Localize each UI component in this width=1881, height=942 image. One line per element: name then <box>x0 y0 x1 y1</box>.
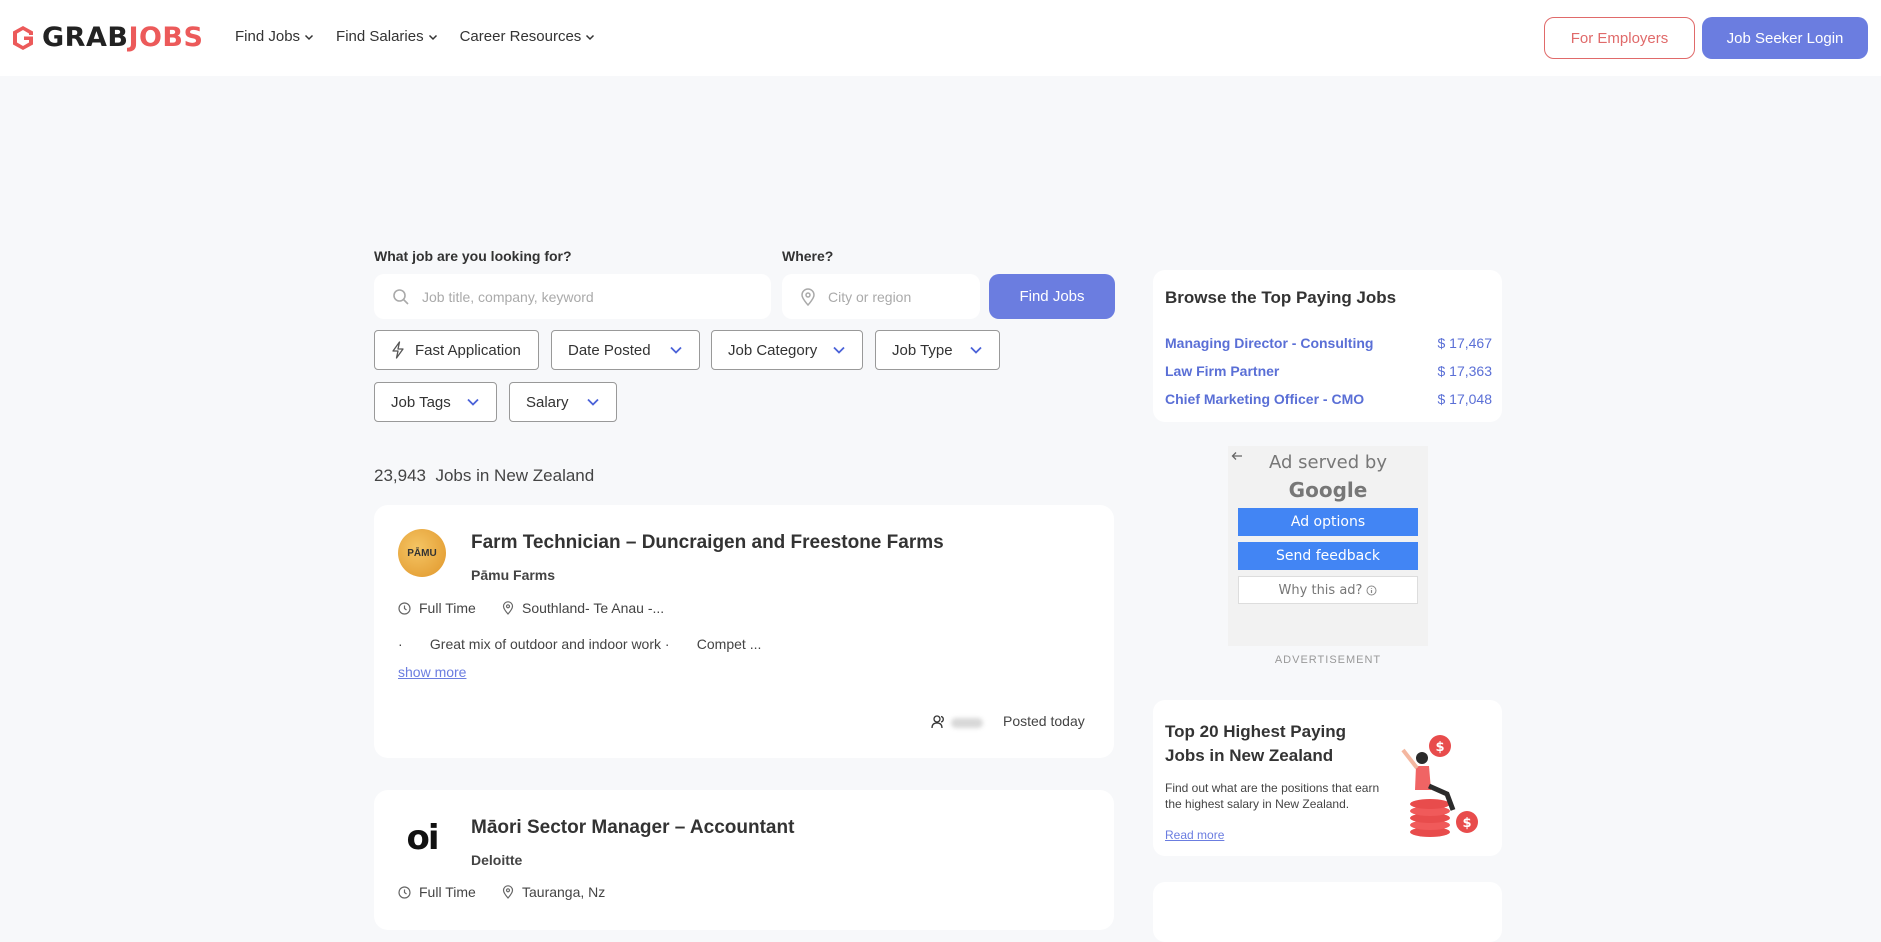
nav-find-jobs-label: Find Jobs <box>235 28 301 45</box>
date-posted-label: Date Posted <box>568 341 651 359</box>
fast-application-label: Fast Application <box>415 341 521 359</box>
top-paying-salary: $ 17,467 <box>1437 335 1493 351</box>
job-type-text: Full Time <box>419 884 476 900</box>
job-category-filter[interactable]: Job Category <box>711 330 863 370</box>
salary-filter[interactable]: Salary <box>509 382 617 422</box>
logo-text-grab: GRAB <box>42 22 129 53</box>
grabjobs-logo[interactable]: GRAB JOBS <box>10 22 203 53</box>
svg-text:$: $ <box>1462 816 1471 831</box>
job-title-link[interactable]: Farm Technician – Duncraigen and Freesto… <box>471 532 944 554</box>
job-location-meta: Tauranga, Nz <box>502 884 605 900</box>
company-logo: PĀMU <box>398 529 446 577</box>
next-sidebar-card <box>1153 882 1502 942</box>
nav-career-resources-label: Career Resources <box>459 28 582 45</box>
lightning-icon <box>392 341 404 359</box>
results-count: 23,943 Jobs in New Zealand <box>374 466 594 486</box>
search-icon <box>393 288 409 305</box>
company-logo-text: PĀMU <box>407 547 437 559</box>
company-name: Pāmu Farms <box>471 567 556 583</box>
job-seeker-login-button[interactable]: Job Seeker Login <box>1702 17 1868 59</box>
advertisement-label: ADVERTISEMENT <box>1274 654 1382 666</box>
find-jobs-button[interactable]: Find Jobs <box>989 274 1115 319</box>
nav-find-jobs[interactable]: Find Jobs <box>235 28 314 45</box>
posted-date: Posted today <box>1003 713 1085 729</box>
job-type-meta: Full Time <box>398 600 476 616</box>
location-pin-icon <box>502 885 514 899</box>
main-nav: Find Jobs Find Salaries Career Resources <box>235 28 595 45</box>
chevron-down-icon <box>833 346 845 354</box>
job-location-meta: Southland- Te Anau -... <box>502 600 664 616</box>
show-more-link[interactable]: show more <box>398 664 466 680</box>
job-location-text: Southland- Te Anau -... <box>522 600 665 616</box>
location-pin-icon <box>801 287 815 306</box>
results-count-suffix: Jobs in New Zealand <box>435 466 595 485</box>
top-paying-title: Browse the Top Paying Jobs <box>1165 288 1397 307</box>
job-search-input[interactable] <box>422 288 722 305</box>
job-type-filter[interactable]: Job Type <box>875 330 1000 370</box>
nav-find-salaries[interactable]: Find Salaries <box>336 28 438 45</box>
date-posted-filter[interactable]: Date Posted <box>551 330 700 370</box>
job-title-link[interactable]: Māori Sector Manager – Accountant <box>471 817 794 839</box>
for-employers-button[interactable]: For Employers <box>1544 17 1695 59</box>
read-more-link[interactable]: Read more <box>1165 828 1224 842</box>
clock-icon <box>398 885 411 899</box>
top-paying-salary: $ 17,363 <box>1437 363 1493 379</box>
promo-title: Top 20 Highest Paying Jobs in New Zealan… <box>1165 722 1347 765</box>
top-paying-job-link[interactable]: Law Firm Partner <box>1165 363 1279 379</box>
applicants-icon <box>931 715 944 729</box>
svg-text:$: $ <box>1435 740 1444 755</box>
chevron-down-icon <box>586 34 595 40</box>
chevron-down-icon <box>428 34 437 40</box>
results-count-number: 23,943 <box>374 466 426 485</box>
job-search-field[interactable] <box>374 274 771 319</box>
google-text: Google <box>1288 478 1368 502</box>
salary-label: Salary <box>526 393 569 411</box>
top-paying-item[interactable]: Managing Director - Consulting $ 17,467 <box>1165 335 1492 351</box>
top-paying-salary: $ 17,048 <box>1437 391 1493 407</box>
nav-find-salaries-label: Find Salaries <box>336 28 424 45</box>
job-type-label: Job Type <box>892 341 953 359</box>
location-search-field[interactable] <box>782 274 980 319</box>
location-search-input[interactable] <box>828 288 968 305</box>
job-category-label: Job Category <box>728 341 818 359</box>
send-feedback-button[interactable]: Send feedback <box>1238 542 1418 570</box>
top-paying-job-link[interactable]: Managing Director - Consulting <box>1165 335 1373 351</box>
job-snippet: · Great mix of outdoor and indoor work ·… <box>398 636 762 652</box>
top-paying-item[interactable]: Chief Marketing Officer - CMO $ 17,048 <box>1165 391 1492 407</box>
job-tags-label: Job Tags <box>391 393 451 411</box>
company-name: Deloitte <box>471 852 523 868</box>
job-type-meta: Full Time <box>398 884 476 900</box>
fast-application-filter[interactable]: Fast Application <box>374 330 539 370</box>
promo-description: Find out what are the positions that ear… <box>1165 781 1380 811</box>
money-illustration-icon: $ $ <box>1401 735 1478 837</box>
top-paying-item[interactable]: Law Firm Partner $ 17,363 <box>1165 363 1492 379</box>
nav-career-resources[interactable]: Career Resources <box>460 28 596 45</box>
chevron-down-icon <box>305 34 314 40</box>
what-job-label: What job are you looking for? <box>374 248 572 264</box>
advertisement-box: Ad served by Google Ad options Send feed… <box>1228 446 1428 646</box>
clock-icon <box>398 601 411 615</box>
why-this-ad-button[interactable]: Why this ad? <box>1238 576 1418 604</box>
job-location-text: Tauranga, Nz <box>522 884 606 900</box>
grabjobs-logo-icon <box>13 25 33 50</box>
company-logo-text: oi <box>406 818 439 858</box>
ad-options-button[interactable]: Ad options <box>1238 508 1418 536</box>
why-this-ad-label: Why this ad? <box>1278 582 1363 598</box>
chevron-down-icon <box>467 398 479 406</box>
job-type-text: Full Time <box>419 600 476 616</box>
top-paying-job-link[interactable]: Chief Marketing Officer - CMO <box>1165 391 1364 407</box>
where-label: Where? <box>782 248 834 264</box>
job-tags-filter[interactable]: Job Tags <box>374 382 497 422</box>
logo-text-jobs: JOBS <box>128 22 204 53</box>
top-navigation-bar: GRAB JOBS Find Jobs Find Salaries Career … <box>0 0 1881 76</box>
chevron-down-icon <box>670 346 682 354</box>
chevron-down-icon <box>587 398 599 406</box>
company-logo: oi <box>398 814 446 862</box>
ad-served-by-text: Ad served by <box>1269 452 1387 473</box>
info-icon <box>1366 585 1377 595</box>
location-pin-icon <box>502 601 514 615</box>
chevron-down-icon <box>970 346 982 354</box>
applicants-count-blurred <box>951 718 983 728</box>
main-content-area <box>0 76 1881 908</box>
